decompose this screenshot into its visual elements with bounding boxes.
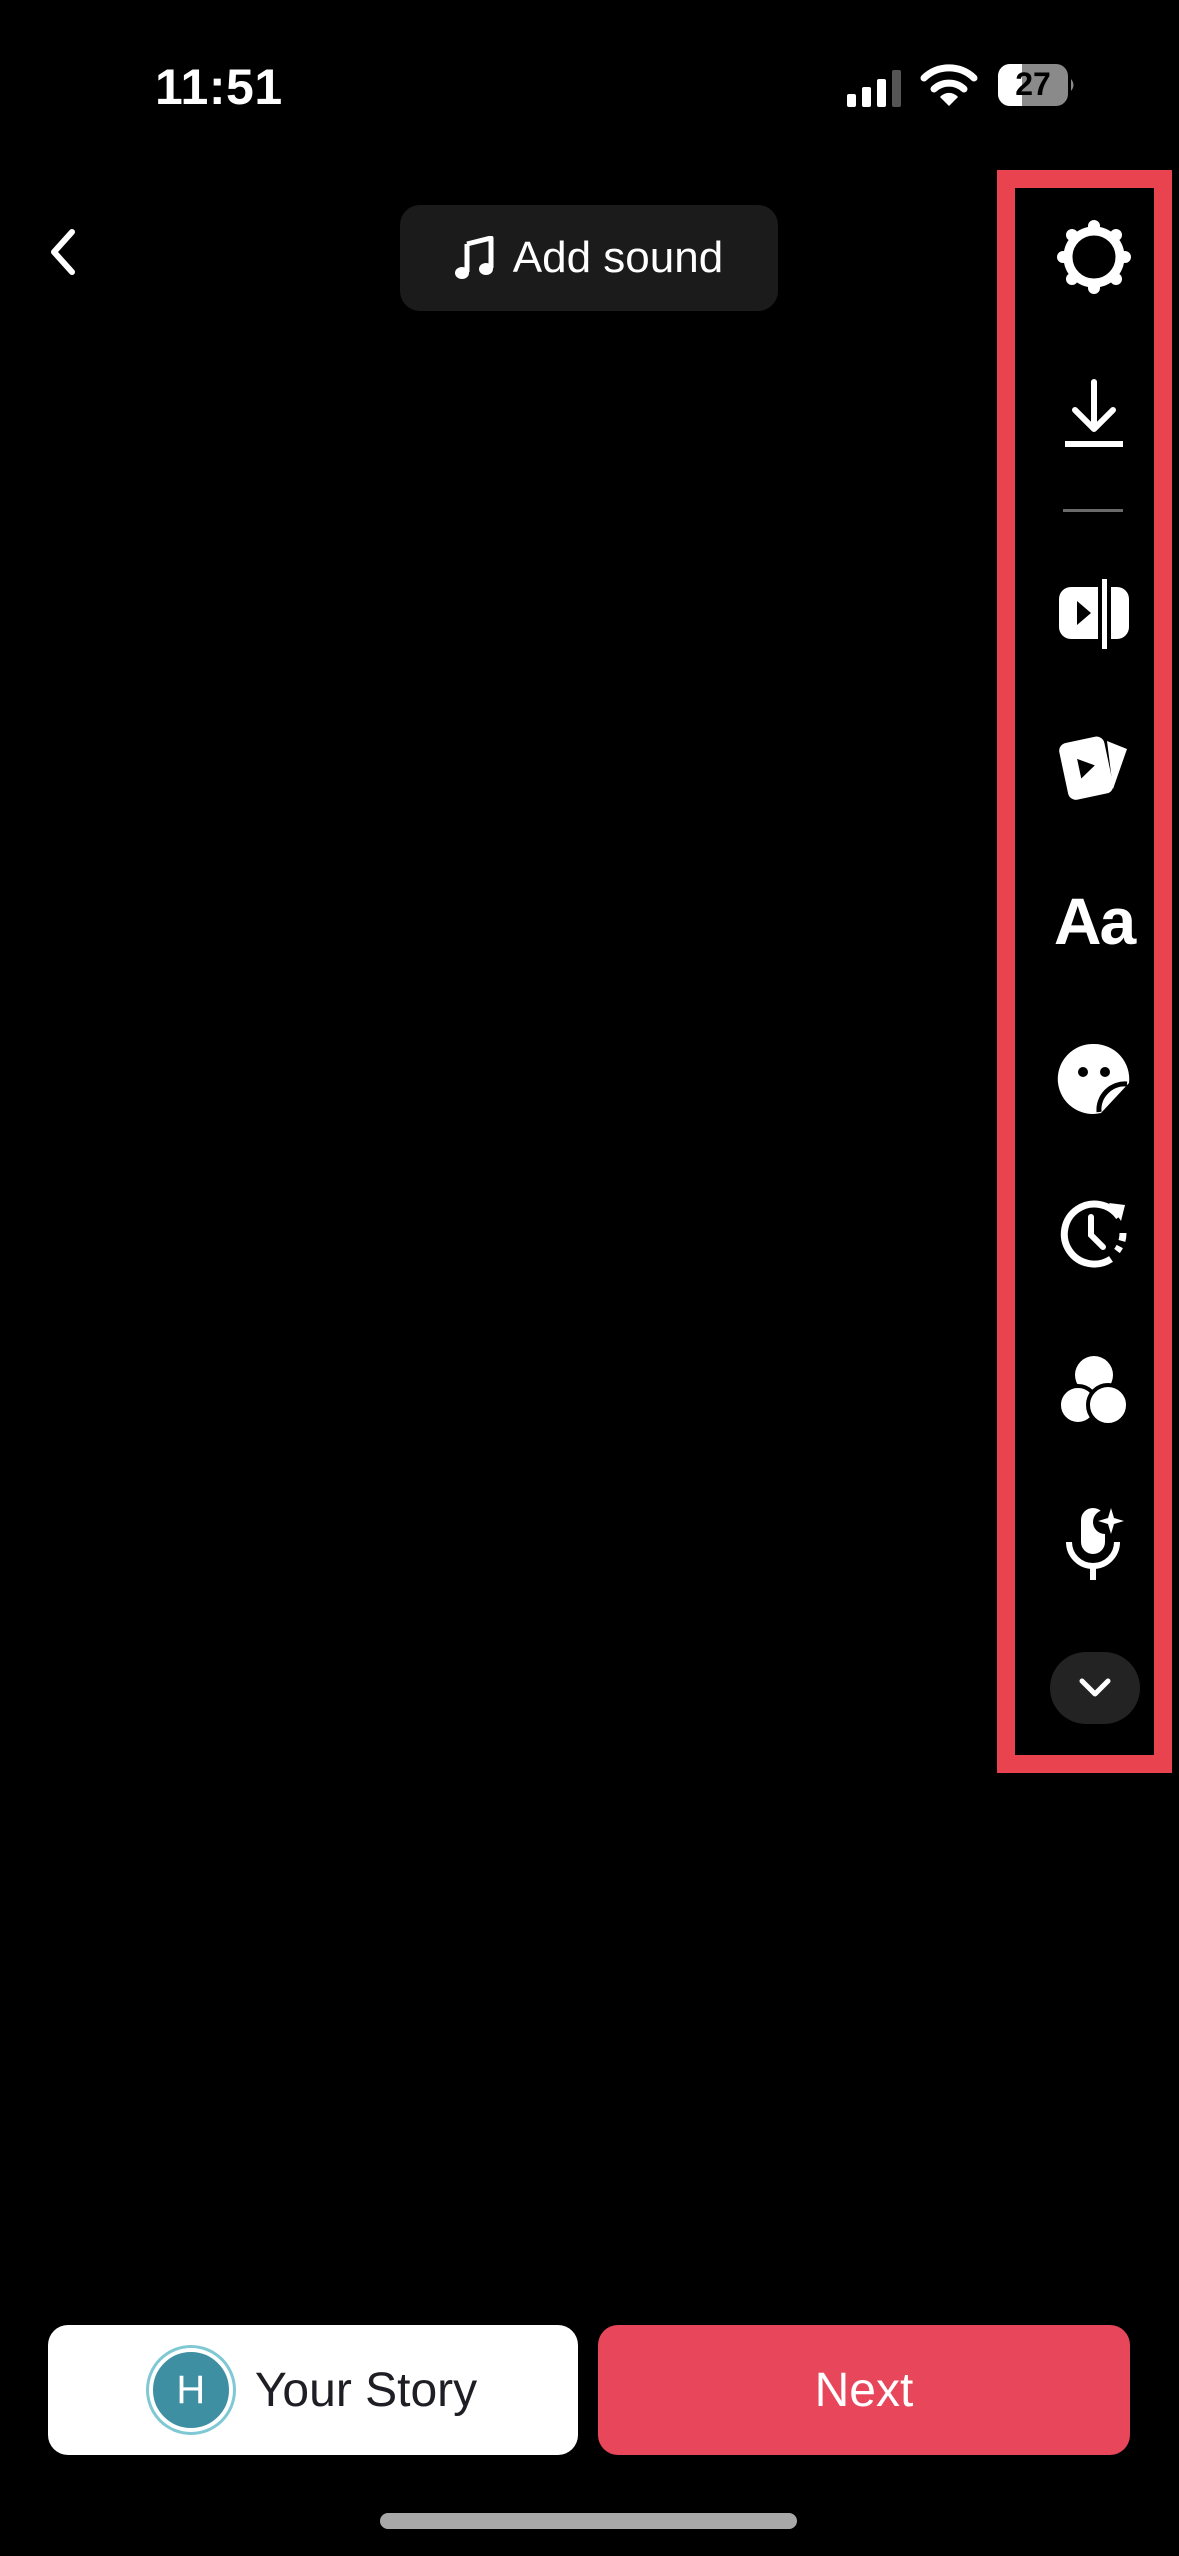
toolbar-divider [1063, 509, 1123, 512]
text-icon: Aa [1053, 884, 1136, 958]
back-button[interactable] [40, 222, 90, 282]
filters-icon [1057, 1356, 1130, 1427]
filters-button[interactable] [1049, 1347, 1139, 1437]
clock-refresh-icon [1060, 1200, 1127, 1268]
chevron-left-icon [51, 229, 75, 275]
download-icon [1065, 379, 1123, 447]
download-button[interactable] [1049, 370, 1139, 460]
next-label: Next [814, 2363, 914, 2417]
battery-percent: 27 [1015, 66, 1051, 102]
cellular-signal-icon [847, 70, 901, 107]
clip-button[interactable] [1049, 565, 1139, 655]
stickers-button[interactable] [1049, 1034, 1139, 1124]
video-cards-icon [1059, 736, 1127, 800]
gear-icon [1057, 220, 1131, 294]
your-story-button[interactable]: H Your Story [48, 2325, 578, 2455]
wifi-icon [920, 64, 978, 106]
text-button[interactable]: Aa [1049, 876, 1139, 966]
microphone-sparkle-icon [1066, 1508, 1124, 1580]
add-sound-label: Add sound [512, 233, 724, 282]
home-indicator[interactable] [380, 2513, 797, 2529]
more-tools-button[interactable] [1050, 1652, 1140, 1724]
speed-button[interactable] [1049, 1187, 1139, 1277]
settings-button[interactable] [1049, 212, 1139, 302]
avatar: H [148, 2348, 233, 2432]
chevron-down-icon [1079, 1678, 1111, 1697]
status-time: 11:51 [155, 59, 283, 115]
sticker-icon [1057, 1043, 1130, 1114]
voice-effects-button[interactable] [1049, 1498, 1139, 1588]
next-button[interactable]: Next [598, 2325, 1130, 2455]
avatar-initial: H [176, 2367, 206, 2412]
battery-indicator: 27 [998, 64, 1076, 106]
music-note-icon [454, 236, 494, 279]
video-clip-icon [1059, 579, 1129, 649]
your-story-label: Your Story [254, 2363, 478, 2417]
add-sound-button[interactable]: Add sound [400, 205, 778, 311]
templates-button[interactable] [1049, 717, 1139, 807]
